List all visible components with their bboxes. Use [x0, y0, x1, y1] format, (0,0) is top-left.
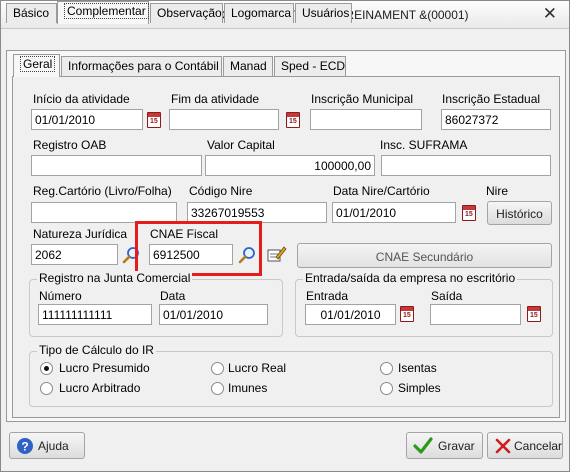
calendar-icon[interactable]: 15 [286, 112, 300, 128]
nire-label: Nire [486, 184, 509, 198]
simples-label: Simples [398, 381, 441, 395]
tab-observacao[interactable]: Observação [150, 3, 223, 23]
tab-complementar[interactable]: Complementar [57, 1, 149, 24]
radio-imunes[interactable] [211, 382, 224, 395]
calculo-ir-title: Tipo de Cálculo do IR [37, 343, 156, 357]
tab-geral[interactable]: Geral [13, 54, 60, 77]
calendar-icon[interactable]: 15 [147, 112, 161, 128]
fim-atividade-input[interactable] [169, 109, 279, 130]
tab-logomarca[interactable]: Logomarca [224, 3, 294, 23]
help-icon: ? [17, 438, 33, 454]
gravar-button[interactable]: Gravar [406, 432, 483, 459]
data-nire-input[interactable]: 01/01/2010 [332, 202, 456, 223]
tab-usuarios[interactable]: Usuários [295, 3, 352, 23]
radio-lucro-arbitrado[interactable] [40, 382, 53, 395]
calendar-icon[interactable]: 15 [462, 205, 476, 221]
cancel-x-icon [495, 438, 511, 454]
fim-atividade-label: Fim da atividade [171, 92, 260, 106]
lucro-presumido-label: Lucro Presumido [59, 361, 150, 375]
valor-capital-input[interactable]: 100000,00 [205, 155, 375, 176]
isentas-label: Isentas [398, 361, 437, 375]
entrada-input[interactable]: 01/01/2010 [305, 304, 396, 325]
registro-oab-input[interactable] [31, 155, 202, 176]
inscricao-municipal-input[interactable] [310, 109, 422, 130]
junta-data-label: Data [160, 289, 186, 303]
natureza-juridica-input[interactable]: 2062 [31, 244, 118, 265]
radio-lucro-presumido[interactable] [40, 362, 53, 375]
entrada-label: Entrada [306, 289, 349, 303]
cancelar-button[interactable]: Cancelar [487, 432, 563, 459]
natureza-juridica-label: Natureza Jurídica [33, 227, 128, 241]
calculo-ir-group [29, 351, 553, 407]
calendar-icon[interactable]: 15 [400, 306, 414, 322]
radio-simples[interactable] [380, 382, 393, 395]
saida-label: Saída [431, 289, 463, 303]
inicio-atividade-input[interactable]: 01/01/2010 [31, 109, 143, 130]
junta-numero-input[interactable]: 111111111111 [38, 304, 152, 325]
imunes-label: Imunes [228, 381, 268, 395]
saida-input[interactable] [430, 304, 521, 325]
inscricao-estadual-input[interactable]: 86027372 [441, 109, 551, 130]
company-dialog: EMPRESA: UNIVERSIDADE CORPORATIVA ALTERD… [0, 0, 570, 472]
tab-info-contabil[interactable]: Informações para o Contábil [61, 56, 222, 76]
junta-data-input[interactable]: 01/01/2010 [159, 304, 268, 325]
inicio-atividade-label: Início da atividade [33, 92, 130, 106]
data-nire-label: Data Nire/Cartório [333, 184, 430, 198]
lucro-arbitrado-label: Lucro Arbitrado [59, 381, 141, 395]
check-icon [413, 437, 433, 454]
inscricao-municipal-label: Inscrição Municipal [311, 92, 414, 106]
historico-button[interactable]: Histórico [487, 201, 552, 225]
reg-cartorio-label: Reg.Cartório (Livro/Folha) [33, 184, 172, 198]
calendar-icon[interactable]: 15 [527, 306, 541, 322]
tab-basico[interactable]: Básico [6, 3, 57, 23]
svg-text:?: ? [21, 440, 28, 454]
radio-isentas[interactable] [380, 362, 393, 375]
cnae-secundario-button[interactable]: CNAE Secundário [297, 243, 552, 268]
registro-oab-label: Registro OAB [33, 138, 107, 152]
junta-comercial-title: Registro na Junta Comercial [37, 271, 193, 285]
edit-icon[interactable] [267, 245, 287, 263]
valor-capital-label: Valor Capital [207, 138, 275, 152]
ajuda-button[interactable]: ? Ajuda [9, 432, 85, 459]
tab-sped-ecd[interactable]: Sped - ECD [274, 56, 346, 76]
inscricao-estadual-label: Inscrição Estadual [442, 92, 541, 106]
escritorio-title: Entrada/saída da empresa no escritório [303, 271, 518, 285]
insc-suframa-input[interactable] [381, 155, 551, 176]
codigo-nire-input[interactable]: 33267019553 [187, 202, 327, 223]
radio-lucro-real[interactable] [211, 362, 224, 375]
reg-cartorio-input[interactable] [31, 202, 177, 223]
codigo-nire-label: Código Nire [189, 184, 253, 198]
tab-manad[interactable]: Manad [223, 56, 273, 76]
insc-suframa-label: Insc. SUFRAMA [380, 138, 468, 152]
cnae-highlight-box [135, 221, 262, 276]
lucro-real-label: Lucro Real [228, 361, 287, 375]
junta-numero-label: Número [39, 289, 82, 303]
close-icon[interactable]: ✕ [543, 5, 557, 23]
